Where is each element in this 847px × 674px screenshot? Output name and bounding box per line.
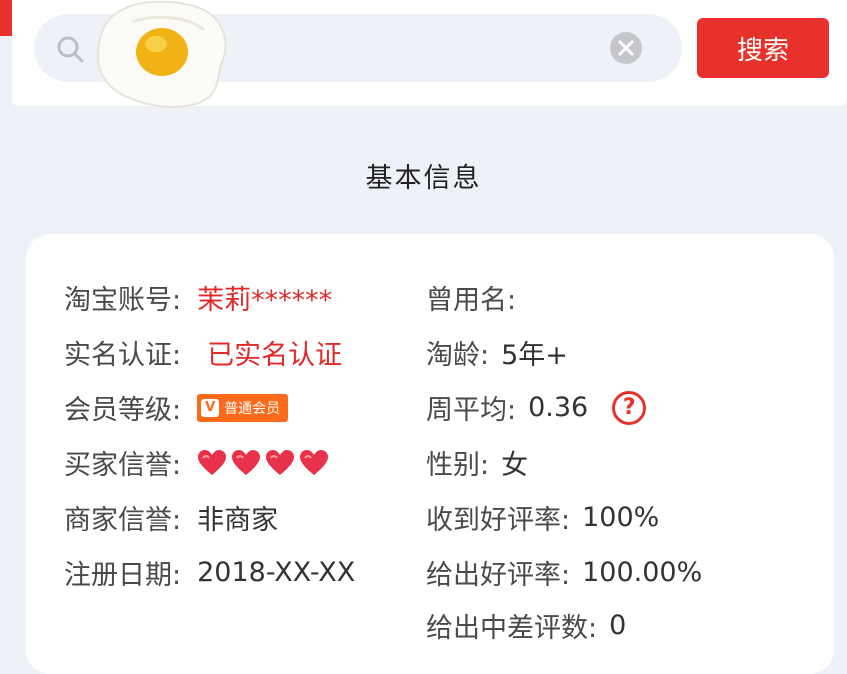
given-rating-value: 100.00% [582, 557, 703, 588]
fried-egg-sticker [96, 0, 227, 108]
given-rating-row: 给出好评率: 100.00% [426, 553, 702, 592]
negative-count-value: 0 [609, 610, 627, 641]
taobao-age-label: 淘龄: [426, 340, 490, 371]
account-label: 淘宝账号: [64, 285, 182, 316]
negative-count-row: 给出中差评数: 0 [426, 606, 626, 645]
member-badge-text: 普通会员 [224, 400, 281, 417]
realname-row: 实名认证: 已实名认证 [64, 333, 342, 372]
register-date-label: 注册日期: [64, 560, 182, 591]
received-rating-value: 100% [582, 502, 660, 533]
taobao-age-row: 淘龄: 5年+ [426, 333, 568, 372]
register-date-row: 注册日期: 2018-XX-XX [64, 553, 355, 592]
heart-icon [300, 449, 329, 475]
taobao-age-value: 5年+ [501, 340, 568, 371]
buyer-credit-hearts [197, 449, 329, 477]
member-level-badge: V 普通会员 [197, 393, 289, 422]
negative-count-label: 给出中差评数: [426, 613, 598, 644]
heart-icon [266, 449, 295, 475]
realname-label: 实名认证: [64, 340, 182, 371]
account-value: 茉莉****** [197, 285, 333, 316]
accent-bar [0, 0, 12, 36]
help-icon[interactable]: ? [612, 390, 647, 425]
received-rating-label: 收到好评率: [426, 505, 571, 536]
section-title: 基本信息 [365, 163, 482, 194]
member-badge-icon: V [201, 398, 220, 417]
register-date-value: 2018-XX-XX [197, 557, 356, 588]
buyer-credit-row: 买家信誉: [64, 443, 329, 482]
search-icon [56, 35, 84, 63]
member-label: 会员等级: [64, 395, 182, 426]
search-button[interactable]: 搜索 [697, 18, 829, 78]
received-rating-row: 收到好评率: 100% [426, 498, 659, 537]
gender-label: 性别: [426, 450, 490, 481]
realname-value: 已实名认证 [207, 340, 343, 371]
heart-icon [232, 449, 261, 475]
member-row: 会员等级: V 普通会员 [64, 388, 289, 427]
gender-row: 性别: 女 [426, 443, 528, 482]
gender-value: 女 [501, 450, 529, 481]
former-name-label: 曾用名: [426, 285, 517, 316]
weekly-average-label: 周平均: [426, 395, 517, 426]
former-name-row: 曾用名: [426, 278, 528, 317]
account-row: 淘宝账号: 茉莉****** [64, 278, 332, 317]
weekly-average-row: 周平均: 0.36 ? [426, 388, 647, 427]
seller-credit-value: 非商家 [197, 505, 279, 536]
weekly-average-value: 0.36 [528, 392, 589, 423]
clear-icon[interactable] [610, 32, 642, 64]
seller-credit-label: 商家信誉: [64, 505, 182, 536]
given-rating-label: 给出好评率: [426, 560, 571, 591]
seller-credit-row: 商家信誉: 非商家 [64, 498, 278, 537]
buyer-credit-label: 买家信誉: [64, 450, 182, 481]
heart-icon [198, 449, 227, 475]
